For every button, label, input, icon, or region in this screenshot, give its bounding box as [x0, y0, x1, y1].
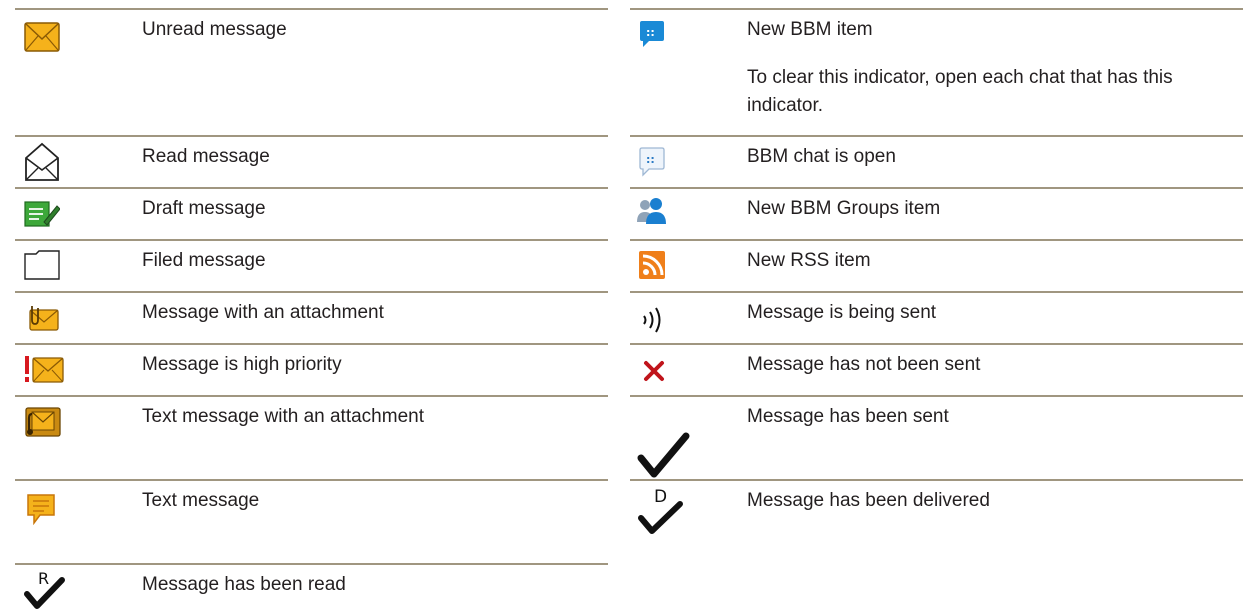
- bbm-groups-icon: [637, 198, 666, 224]
- right-row-note: To clear this indicator, open each chat …: [747, 67, 1173, 116]
- left-row-label: Message is high priority: [142, 354, 342, 375]
- rss-icon: [639, 251, 665, 279]
- left-row-label: Text message: [142, 490, 260, 511]
- filed-message-icon: [24, 250, 60, 280]
- svg-text:R: R: [38, 570, 49, 588]
- left-row-label: Message has been read: [142, 574, 346, 595]
- left-row-label: Unread message: [142, 19, 287, 40]
- icon-reference-page: { "left_column": { "rows": [ {"icon": "u…: [0, 0, 1243, 610]
- new-bbm-item-icon: ::: [640, 21, 664, 47]
- left-row-label: Text message with an attachment: [142, 406, 424, 427]
- left-row-label: Filed message: [142, 250, 266, 271]
- right-row-label: New BBM Groups item: [747, 198, 941, 219]
- row-divider: [630, 239, 1243, 241]
- row-divider: [630, 8, 1243, 10]
- right-row-label: Message is being sent: [747, 302, 937, 323]
- left-row-label: Message with an attachment: [142, 302, 384, 323]
- right-row-label: New RSS item: [747, 250, 871, 271]
- row-divider: [630, 343, 1243, 345]
- attachment-message-icon: [29, 306, 59, 331]
- row-divider: [630, 291, 1243, 293]
- sending-icon: [643, 307, 661, 333]
- row-divider: [15, 135, 608, 137]
- bbm-chat-open-icon: ::: [639, 147, 665, 177]
- read-message-icon: [25, 142, 59, 181]
- row-divider: [15, 239, 608, 241]
- not-sent-icon: [644, 361, 664, 381]
- left-row-label: Read message: [142, 146, 270, 167]
- row-divider: [630, 395, 1243, 397]
- right-row-label: Message has been sent: [747, 406, 949, 427]
- row-divider: [15, 291, 608, 293]
- left-row-label: Draft message: [142, 198, 266, 219]
- delivered-icon: D: [638, 487, 683, 534]
- svg-text:::: ::: [646, 26, 655, 39]
- right-row-label: New BBM item: [747, 19, 873, 40]
- row-divider: [630, 479, 1243, 481]
- svg-text:D: D: [654, 487, 667, 507]
- right-row-label: Message has been delivered: [747, 490, 990, 511]
- read-receipt-icon: R: [24, 570, 65, 609]
- draft-message-icon: [24, 201, 60, 227]
- text-message-attachment-icon: [25, 407, 61, 437]
- row-divider: [15, 343, 608, 345]
- row-divider: [630, 187, 1243, 189]
- row-divider: [15, 187, 608, 189]
- svg-text:::: ::: [646, 153, 655, 166]
- row-divider: [15, 8, 608, 10]
- unread-message-icon: [24, 22, 60, 52]
- sent-check-icon: [637, 432, 690, 478]
- high-priority-message-icon: [25, 356, 64, 383]
- right-row-label: Message has not been sent: [747, 354, 981, 375]
- row-divider: [15, 395, 608, 397]
- right-row-label: BBM chat is open: [747, 146, 896, 167]
- row-divider: [630, 135, 1243, 137]
- text-message-icon: [27, 494, 55, 525]
- row-divider: [15, 563, 608, 565]
- row-divider: [15, 479, 608, 481]
